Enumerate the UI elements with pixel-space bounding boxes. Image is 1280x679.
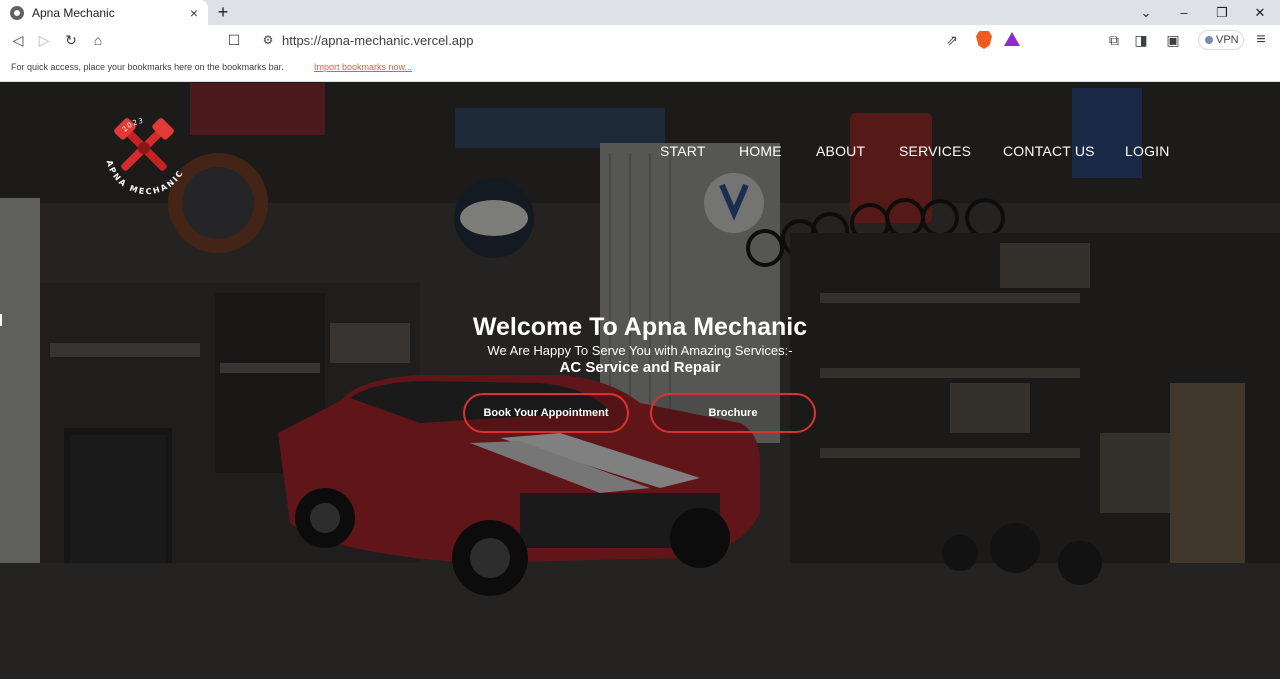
tab-list-icon[interactable]: ⌄	[1128, 0, 1164, 25]
back-icon[interactable]: ◁	[8, 30, 28, 50]
import-bookmarks-link[interactable]: Import bookmarks now...	[314, 62, 412, 72]
nav-about[interactable]: ABOUT	[816, 143, 865, 159]
brochure-button[interactable]: Brochure	[650, 393, 816, 433]
menu-icon[interactable]: ≡	[1251, 30, 1271, 50]
hero-section: 2023 APNA MECHANIC START HOME ABOUT SERV…	[0, 83, 1280, 679]
vpn-label: VPN	[1216, 34, 1239, 46]
vpn-status-icon	[1205, 36, 1213, 44]
bookmarks-prompt: For quick access, place your bookmarks h…	[11, 62, 284, 72]
vpn-button[interactable]: VPN	[1198, 30, 1244, 50]
nav-contact-us[interactable]: CONTACT US	[1003, 143, 1095, 159]
reload-icon[interactable]: ↻	[61, 30, 81, 50]
hero-title: Welcome To Apna Mechanic	[472, 313, 808, 341]
forward-icon[interactable]: ▷	[34, 30, 54, 50]
new-tab-button[interactable]: +	[214, 0, 232, 25]
url-text[interactable]: https://apna-mechanic.vercel.app	[282, 33, 474, 48]
browser-tab[interactable]: Apna Mechanic ×	[0, 0, 208, 25]
extensions-icon[interactable]: ⧉	[1104, 30, 1124, 50]
nav-services[interactable]: SERVICES	[899, 143, 971, 159]
nav-start[interactable]: START	[660, 143, 706, 159]
browser-tab-strip: Apna Mechanic × + ⌄ – ❐ ✕	[0, 0, 1280, 25]
close-tab-icon[interactable]: ×	[184, 5, 204, 21]
logo-brand: APNA MECHANIC	[105, 159, 184, 196]
restore-icon[interactable]: ❐	[1204, 0, 1240, 25]
close-window-icon[interactable]: ✕	[1242, 0, 1278, 25]
hero-subtitle: We Are Happy To Serve You with Amazing S…	[487, 343, 793, 358]
brave-rewards-icon[interactable]	[1004, 32, 1020, 46]
nav-home[interactable]: HOME	[739, 143, 782, 159]
globe-icon	[10, 5, 24, 20]
dark-overlay	[0, 83, 1280, 679]
svg-text:APNA MECHANIC: APNA MECHANIC	[105, 159, 186, 196]
minimize-icon[interactable]: –	[1166, 0, 1202, 25]
tab-title: Apna Mechanic	[32, 5, 115, 20]
book-appointment-button[interactable]: Book Your Appointment	[463, 393, 629, 433]
hero-service: AC Service and Repair	[559, 359, 721, 376]
apna-mechanic-logo[interactable]: 2023 APNA MECHANIC	[100, 108, 192, 200]
bookmark-icon[interactable]: ☐	[224, 30, 244, 50]
home-icon[interactable]: ⌂	[88, 30, 108, 50]
nav-login[interactable]: LOGIN	[1125, 143, 1170, 159]
share-icon[interactable]: ⇗	[942, 30, 962, 50]
wallet-icon[interactable]: ▣	[1163, 30, 1183, 50]
site-info-icon[interactable]: ⚙	[258, 30, 278, 50]
sidebar-icon[interactable]: ◨	[1131, 30, 1151, 50]
